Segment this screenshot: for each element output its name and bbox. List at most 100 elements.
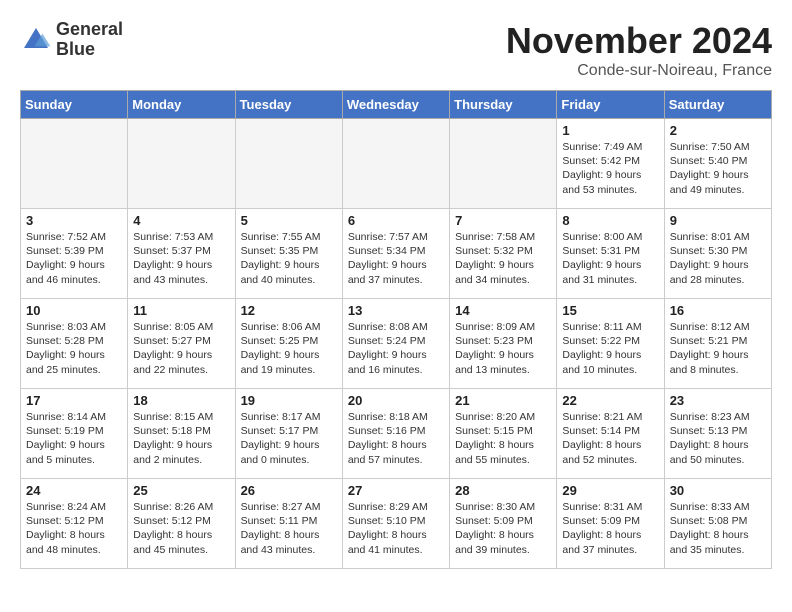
day-number: 26 (241, 483, 337, 498)
day-number: 2 (670, 123, 766, 138)
day-info: Sunrise: 7:55 AM Sunset: 5:35 PM Dayligh… (241, 230, 337, 287)
calendar-cell (342, 119, 449, 209)
day-number: 20 (348, 393, 444, 408)
logo-text: General Blue (56, 20, 123, 60)
day-number: 11 (133, 303, 229, 318)
day-number: 12 (241, 303, 337, 318)
calendar-cell: 1 Sunrise: 7:49 AM Sunset: 5:42 PM Daylig… (557, 119, 664, 209)
calendar-cell: 30 Sunrise: 8:33 AM Sunset: 5:08 PM Dayli… (664, 479, 771, 569)
calendar-week-row: 24Sunrise: 8:24 AM Sunset: 5:12 PM Dayli… (21, 479, 772, 569)
day-info: Sunrise: 8:01 AM Sunset: 5:30 PM Dayligh… (670, 230, 766, 287)
day-info: Sunrise: 7:52 AM Sunset: 5:39 PM Dayligh… (26, 230, 122, 287)
day-number: 14 (455, 303, 551, 318)
calendar-cell: 12 Sunrise: 8:06 AM Sunset: 5:25 PM Dayli… (235, 299, 342, 389)
day-info: Sunrise: 8:03 AM Sunset: 5:28 PM Dayligh… (26, 320, 122, 377)
day-info: Sunrise: 8:11 AM Sunset: 5:22 PM Dayligh… (562, 320, 658, 377)
day-info: Sunrise: 8:21 AM Sunset: 5:14 PM Dayligh… (562, 410, 658, 467)
calendar-header-row: SundayMondayTuesdayWednesdayThursdayFrid… (21, 91, 772, 119)
calendar-cell: 22 Sunrise: 8:21 AM Sunset: 5:14 PM Dayli… (557, 389, 664, 479)
day-info: Sunrise: 7:58 AM Sunset: 5:32 PM Dayligh… (455, 230, 551, 287)
day-of-week-header: Monday (128, 91, 235, 119)
day-number: 1 (562, 123, 658, 138)
day-number: 8 (562, 213, 658, 228)
day-info: Sunrise: 7:53 AM Sunset: 5:37 PM Dayligh… (133, 230, 229, 287)
calendar-cell: 23 Sunrise: 8:23 AM Sunset: 5:13 PM Dayli… (664, 389, 771, 479)
calendar-cell: 13 Sunrise: 8:08 AM Sunset: 5:24 PM Dayli… (342, 299, 449, 389)
day-number: 18 (133, 393, 229, 408)
calendar-week-row: 17 Sunrise: 8:14 AM Sunset: 5:19 PM Dayli… (21, 389, 772, 479)
calendar-week-row: 10 Sunrise: 8:03 AM Sunset: 5:28 PM Dayli… (21, 299, 772, 389)
calendar-cell (128, 119, 235, 209)
calendar-cell: 4Sunrise: 7:53 AM Sunset: 5:37 PM Daylig… (128, 209, 235, 299)
calendar-cell: 16 Sunrise: 8:12 AM Sunset: 5:21 PM Dayli… (664, 299, 771, 389)
day-info: Sunrise: 8:30 AM Sunset: 5:09 PM Dayligh… (455, 500, 551, 557)
day-info: Sunrise: 8:17 AM Sunset: 5:17 PM Dayligh… (241, 410, 337, 467)
day-info: Sunrise: 8:15 AM Sunset: 5:18 PM Dayligh… (133, 410, 229, 467)
day-number: 23 (670, 393, 766, 408)
calendar-cell: 2 Sunrise: 7:50 AM Sunset: 5:40 PM Daylig… (664, 119, 771, 209)
calendar-cell: 3 Sunrise: 7:52 AM Sunset: 5:39 PM Daylig… (21, 209, 128, 299)
calendar-cell: 9 Sunrise: 8:01 AM Sunset: 5:30 PM Daylig… (664, 209, 771, 299)
calendar-cell: 26 Sunrise: 8:27 AM Sunset: 5:11 PM Dayli… (235, 479, 342, 569)
day-info: Sunrise: 8:26 AM Sunset: 5:12 PM Dayligh… (133, 500, 229, 557)
day-info: Sunrise: 8:18 AM Sunset: 5:16 PM Dayligh… (348, 410, 444, 467)
calendar-cell: 21Sunrise: 8:20 AM Sunset: 5:15 PM Dayli… (450, 389, 557, 479)
day-number: 13 (348, 303, 444, 318)
day-info: Sunrise: 7:57 AM Sunset: 5:34 PM Dayligh… (348, 230, 444, 287)
calendar-cell: 7 Sunrise: 7:58 AM Sunset: 5:32 PM Daylig… (450, 209, 557, 299)
calendar-cell: 20 Sunrise: 8:18 AM Sunset: 5:16 PM Dayli… (342, 389, 449, 479)
calendar-week-row: 3 Sunrise: 7:52 AM Sunset: 5:39 PM Daylig… (21, 209, 772, 299)
calendar-cell: 5Sunrise: 7:55 AM Sunset: 5:35 PM Daylig… (235, 209, 342, 299)
calendar-table: SundayMondayTuesdayWednesdayThursdayFrid… (20, 90, 772, 569)
logo-icon (20, 24, 52, 56)
day-info: Sunrise: 8:31 AM Sunset: 5:09 PM Dayligh… (562, 500, 658, 557)
day-number: 10 (26, 303, 122, 318)
day-info: Sunrise: 8:08 AM Sunset: 5:24 PM Dayligh… (348, 320, 444, 377)
calendar-cell: 15 Sunrise: 8:11 AM Sunset: 5:22 PM Dayli… (557, 299, 664, 389)
day-info: Sunrise: 8:27 AM Sunset: 5:11 PM Dayligh… (241, 500, 337, 557)
calendar-cell: 8 Sunrise: 8:00 AM Sunset: 5:31 PM Daylig… (557, 209, 664, 299)
day-info: Sunrise: 7:50 AM Sunset: 5:40 PM Dayligh… (670, 140, 766, 197)
day-info: Sunrise: 8:20 AM Sunset: 5:15 PM Dayligh… (455, 410, 551, 467)
day-of-week-header: Tuesday (235, 91, 342, 119)
calendar-cell: 24Sunrise: 8:24 AM Sunset: 5:12 PM Dayli… (21, 479, 128, 569)
day-info: Sunrise: 8:14 AM Sunset: 5:19 PM Dayligh… (26, 410, 122, 467)
day-info: Sunrise: 8:00 AM Sunset: 5:31 PM Dayligh… (562, 230, 658, 287)
day-info: Sunrise: 8:33 AM Sunset: 5:08 PM Dayligh… (670, 500, 766, 557)
day-number: 6 (348, 213, 444, 228)
day-of-week-header: Wednesday (342, 91, 449, 119)
day-of-week-header: Thursday (450, 91, 557, 119)
day-info: Sunrise: 8:23 AM Sunset: 5:13 PM Dayligh… (670, 410, 766, 467)
day-number: 9 (670, 213, 766, 228)
day-number: 24 (26, 483, 122, 498)
day-info: Sunrise: 8:06 AM Sunset: 5:25 PM Dayligh… (241, 320, 337, 377)
day-number: 3 (26, 213, 122, 228)
day-of-week-header: Friday (557, 91, 664, 119)
day-number: 30 (670, 483, 766, 498)
day-of-week-header: Saturday (664, 91, 771, 119)
calendar-cell (235, 119, 342, 209)
calendar-cell: 6 Sunrise: 7:57 AM Sunset: 5:34 PM Daylig… (342, 209, 449, 299)
day-info: Sunrise: 7:49 AM Sunset: 5:42 PM Dayligh… (562, 140, 658, 197)
calendar-cell (450, 119, 557, 209)
day-number: 28 (455, 483, 551, 498)
calendar-cell: 25 Sunrise: 8:26 AM Sunset: 5:12 PM Dayli… (128, 479, 235, 569)
day-number: 25 (133, 483, 229, 498)
day-number: 7 (455, 213, 551, 228)
calendar-cell: 10 Sunrise: 8:03 AM Sunset: 5:28 PM Dayli… (21, 299, 128, 389)
day-number: 15 (562, 303, 658, 318)
day-info: Sunrise: 8:05 AM Sunset: 5:27 PM Dayligh… (133, 320, 229, 377)
location-title: Conde-sur-Noireau, France (506, 62, 772, 80)
day-number: 22 (562, 393, 658, 408)
calendar-cell: 17 Sunrise: 8:14 AM Sunset: 5:19 PM Dayli… (21, 389, 128, 479)
day-info: Sunrise: 8:12 AM Sunset: 5:21 PM Dayligh… (670, 320, 766, 377)
page-header: General Blue November 2024 Conde-sur-Noi… (20, 20, 772, 80)
calendar-cell: 18 Sunrise: 8:15 AM Sunset: 5:18 PM Dayli… (128, 389, 235, 479)
calendar-cell: 14Sunrise: 8:09 AM Sunset: 5:23 PM Dayli… (450, 299, 557, 389)
day-number: 16 (670, 303, 766, 318)
title-area: November 2024 Conde-sur-Noireau, France (506, 20, 772, 80)
calendar-cell: 27Sunrise: 8:29 AM Sunset: 5:10 PM Dayli… (342, 479, 449, 569)
calendar-cell: 19Sunrise: 8:17 AM Sunset: 5:17 PM Dayli… (235, 389, 342, 479)
day-number: 17 (26, 393, 122, 408)
calendar-cell: 11 Sunrise: 8:05 AM Sunset: 5:27 PM Dayli… (128, 299, 235, 389)
